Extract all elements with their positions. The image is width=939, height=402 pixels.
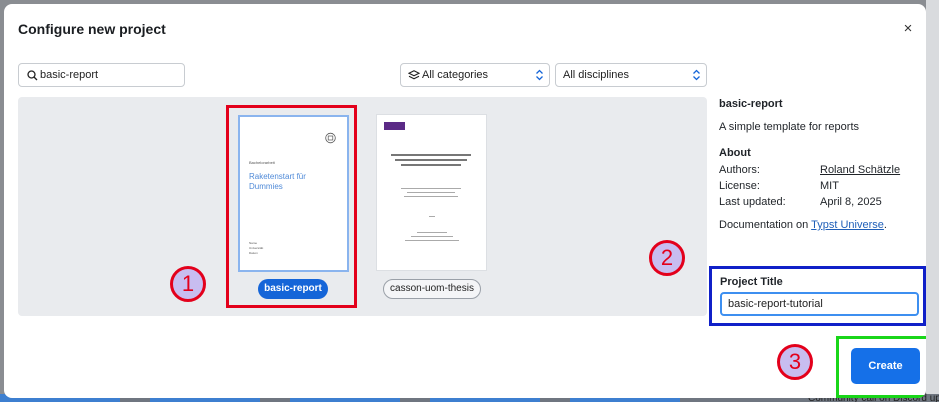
categories-value: All categories bbox=[422, 69, 489, 81]
template-grid bbox=[18, 97, 707, 316]
annotation-step-1: 1 bbox=[170, 266, 206, 302]
close-icon: × bbox=[903, 20, 913, 37]
dialog-title: Configure new project bbox=[18, 21, 166, 37]
license-label: License: bbox=[719, 180, 760, 192]
layers-icon bbox=[408, 70, 420, 80]
thesis-title-lines bbox=[391, 154, 471, 166]
details-about-heading: About bbox=[719, 147, 751, 159]
close-button[interactable]: × bbox=[898, 19, 918, 39]
annotation-step-2: 2 bbox=[649, 240, 685, 276]
annotation-highlight-template bbox=[226, 105, 357, 308]
search-icon bbox=[27, 70, 38, 81]
project-title-input[interactable] bbox=[720, 292, 919, 316]
background-page bbox=[926, 0, 939, 402]
chevron-updown-icon bbox=[536, 69, 543, 81]
template-card-casson-uom-thesis[interactable] bbox=[377, 115, 486, 270]
create-button[interactable]: Create bbox=[851, 348, 920, 384]
details-description: A simple template for reports bbox=[719, 121, 860, 133]
search-input[interactable] bbox=[40, 66, 180, 84]
template-search[interactable] bbox=[18, 63, 185, 87]
thesis-year-line bbox=[429, 216, 435, 217]
typst-universe-link[interactable]: Typst Universe bbox=[811, 219, 884, 231]
documentation-prefix: Documentation on bbox=[719, 219, 812, 231]
disciplines-select[interactable]: All disciplines bbox=[555, 63, 707, 87]
last-updated-value: April 8, 2025 bbox=[820, 196, 882, 208]
configure-project-dialog: Configure new project × All categories A… bbox=[4, 4, 926, 398]
last-updated-label: Last updated: bbox=[719, 196, 786, 208]
project-title-label: Project Title bbox=[720, 276, 783, 288]
authors-label: Authors: bbox=[719, 164, 760, 176]
documentation-suffix: . bbox=[883, 219, 887, 231]
license-value: MIT bbox=[820, 180, 839, 192]
disciplines-value: All disciplines bbox=[563, 69, 630, 81]
documentation-line: Documentation on Typst Universe. bbox=[719, 219, 887, 231]
chevron-updown-icon bbox=[693, 69, 700, 81]
template-tag-casson-uom-thesis[interactable]: casson-uom-thesis bbox=[383, 279, 481, 299]
authors-link[interactable]: Roland Schätzle bbox=[820, 164, 900, 176]
university-logo bbox=[384, 122, 405, 130]
thesis-subtitle-lines bbox=[401, 188, 461, 197]
thesis-author-lines bbox=[405, 232, 459, 241]
details-template-name: basic-report bbox=[719, 98, 783, 110]
annotation-step-3: 3 bbox=[777, 344, 813, 380]
categories-select[interactable]: All categories bbox=[400, 63, 550, 87]
